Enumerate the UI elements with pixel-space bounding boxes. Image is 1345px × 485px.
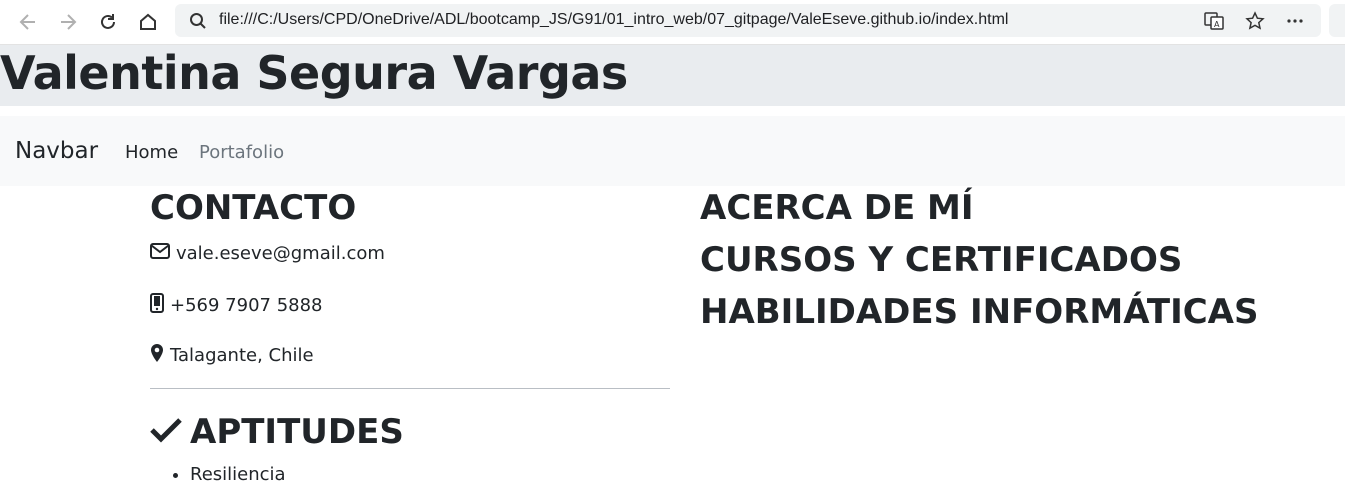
contact-email: vale.eseve@gmail.com (150, 243, 385, 264)
skills-heading: HABILIDADES INFORMÁTICAS (700, 292, 1259, 332)
back-arrow-icon[interactable] (14, 8, 42, 36)
about-heading: ACERCA DE MÍ (700, 188, 974, 228)
nav-link-portafolio[interactable]: Portafolio (199, 142, 284, 163)
aptitudes-list: Resiliencia (168, 464, 286, 485)
page-title: Valentina Segura Vargas (0, 46, 628, 100)
nav-link-home[interactable]: Home (125, 142, 178, 163)
list-item: Resiliencia (190, 464, 286, 485)
navbar: Navbar Home Portafolio (0, 116, 1345, 186)
aptitudes-heading-row: APTITUDES (150, 412, 404, 452)
section-divider (150, 388, 670, 389)
spacer (0, 106, 1345, 116)
browser-toolbar: file:///C:/Users/CPD/OneDrive/ADL/bootca… (0, 0, 1345, 45)
contact-phone: +569 7907 5888 (150, 293, 323, 318)
svg-text:A: A (1214, 20, 1220, 29)
address-text[interactable]: file:///C:/Users/CPD/OneDrive/ADL/bootca… (219, 11, 1008, 29)
contact-location: Talagante, Chile (150, 343, 314, 368)
more-icon[interactable] (1284, 10, 1306, 32)
map-pin-icon (150, 343, 164, 368)
page-header: Valentina Segura Vargas (0, 45, 1345, 106)
profile-button[interactable] (1329, 4, 1345, 37)
address-bar[interactable]: file:///C:/Users/CPD/OneDrive/ADL/bootca… (175, 4, 1321, 37)
reload-icon[interactable] (94, 8, 122, 36)
search-icon (189, 12, 207, 34)
mobile-phone-icon (150, 293, 164, 318)
location-text: Talagante, Chile (170, 345, 314, 366)
aptitudes-heading: APTITUDES (190, 412, 404, 452)
phone-text: +569 7907 5888 (170, 295, 323, 316)
forward-arrow-icon[interactable] (54, 8, 82, 36)
translate-icon[interactable]: A (1203, 10, 1225, 32)
home-icon[interactable] (134, 8, 162, 36)
email-text[interactable]: vale.eseve@gmail.com (176, 243, 385, 264)
star-icon[interactable] (1244, 10, 1266, 32)
contact-heading: CONTACTO (150, 188, 357, 228)
navbar-brand[interactable]: Navbar (15, 138, 98, 164)
courses-heading: CURSOS Y CERTIFICADOS (700, 240, 1183, 280)
envelope-icon (150, 243, 170, 264)
checkmark-icon (150, 417, 182, 447)
